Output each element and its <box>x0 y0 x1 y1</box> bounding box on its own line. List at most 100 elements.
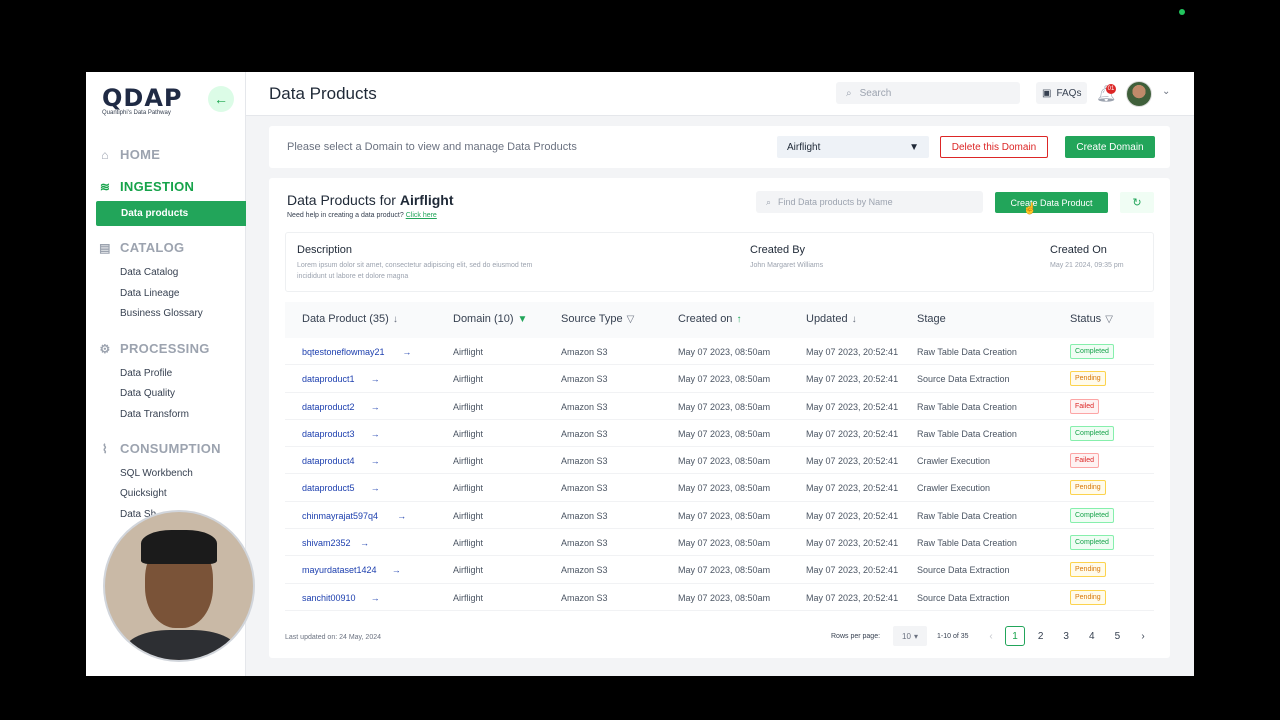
title-domain: Airflight <box>399 192 454 208</box>
description-line-2: incididunt ut labore et dolore magna <box>297 273 409 280</box>
arrow-right-icon[interactable]: → <box>371 456 380 466</box>
cell-data-product[interactable]: dataproduct2 <box>302 402 355 412</box>
prev-page-button[interactable]: ‹ <box>981 626 1001 646</box>
cell-source-type: Amazon S3 <box>561 538 608 549</box>
cell-domain: Airflight <box>453 538 484 549</box>
create-data-product-button[interactable]: Create Data Product <box>995 192 1108 213</box>
arrow-right-icon[interactable]: → <box>371 402 380 412</box>
header-status[interactable]: Status ▽ <box>1070 313 1113 325</box>
table-row[interactable]: mayurdataset1424 → Airflight Amazon S3 May 0… <box>285 556 1154 584</box>
table-row[interactable]: sanchit00910 → Airflight Amazon S3 May 07 20… <box>285 584 1154 611</box>
table-row[interactable]: dataproduct4 → Airflight Amazon S3 May 07 20… <box>285 447 1154 475</box>
table-row[interactable]: dataproduct3 → Airflight Amazon S3 May 07 20… <box>285 420 1154 448</box>
page-button[interactable]: 1 <box>1005 626 1025 646</box>
delete-domain-button[interactable]: Delete this Domain <box>940 136 1048 158</box>
table-row[interactable]: bqtestoneflowmay21 → Airflight Amazon S3 May… <box>285 338 1154 366</box>
table-row[interactable]: dataproduct5 → Airflight Amazon S3 May 07 20… <box>285 474 1154 502</box>
next-page-button[interactable]: › <box>1133 626 1153 646</box>
header-label: Created on <box>678 313 733 325</box>
catalog-icon: ▤ <box>99 240 111 255</box>
last-updated: Last updated on: 24 May, 2024 <box>285 634 381 641</box>
cell-data-product[interactable]: dataproduct1 <box>302 374 355 384</box>
cell-data-product[interactable]: dataproduct4 <box>302 456 355 466</box>
header-updated[interactable]: Updated ↓ <box>806 313 857 325</box>
chevron-down-icon[interactable]: ⌄ <box>1162 86 1170 97</box>
page-button[interactable]: 3 <box>1056 626 1076 646</box>
nav-processing[interactable]: ⚙ PROCESSING <box>98 341 210 356</box>
page-button[interactable]: 5 <box>1107 626 1127 646</box>
status-badge: Pending <box>1070 562 1106 578</box>
cell-updated: May 07 2023, 20:52:41 <box>806 565 899 576</box>
domain-prompt: Please select a Domain to view and manag… <box>287 141 577 153</box>
nav-item-data-catalog[interactable]: Data Catalog <box>120 267 178 278</box>
cell-created-on: May 07 2023, 08:50am <box>678 538 771 549</box>
search-input[interactable]: ⌕ Search <box>836 82 1020 104</box>
header-data-product[interactable]: Data Product (35) ↓ <box>302 313 398 325</box>
arrow-right-icon[interactable]: → <box>402 347 411 357</box>
nav-item-data-products[interactable]: Data products <box>96 201 246 226</box>
create-domain-button[interactable]: Create Domain <box>1065 136 1155 158</box>
nav-catalog[interactable]: ▤ CATALOG <box>98 240 184 255</box>
cell-data-product[interactable]: shivam2352 <box>302 538 351 548</box>
table-row[interactable]: dataproduct2 → Airflight Amazon S3 May 07 20… <box>285 393 1154 420</box>
cell-source-type: Amazon S3 <box>561 483 608 494</box>
nav-item-data-quality[interactable]: Data Quality <box>120 388 175 399</box>
caret-down-icon: ▼ <box>909 141 919 153</box>
cell-data-product[interactable]: dataproduct5 <box>302 483 355 493</box>
help-text: Need help in creating a data product? Cl… <box>287 212 437 219</box>
avatar[interactable] <box>1126 81 1152 107</box>
header-source-type[interactable]: Source Type ▽ <box>561 313 634 325</box>
table-row[interactable]: chinmayrajat597q4 → Airflight Amazon S3 May … <box>285 502 1154 530</box>
cell-stage: Crawler Execution <box>917 483 991 494</box>
nav-item-data-lineage[interactable]: Data Lineage <box>120 288 180 299</box>
sort-down-icon: ↓ <box>392 313 398 325</box>
cell-data-product[interactable]: dataproduct3 <box>302 429 355 439</box>
refresh-button[interactable]: ↻ <box>1120 192 1154 213</box>
logo[interactable]: QDAP Quantiphi's Data Pathway <box>102 84 183 116</box>
page-button[interactable]: 2 <box>1031 626 1051 646</box>
nav-consumption[interactable]: ⌇ CONSUMPTION <box>98 441 221 456</box>
arrow-right-icon[interactable]: → <box>397 511 406 521</box>
header-created-on[interactable]: Created on ↑ <box>678 313 741 325</box>
cell-data-product[interactable]: sanchit00910 <box>302 593 356 603</box>
table-row[interactable]: shivam2352 → Airflight Amazon S3 May 07 2023… <box>285 529 1154 557</box>
cell-data-product[interactable]: mayurdataset1424 <box>302 565 377 575</box>
cell-data-product[interactable]: chinmayrajat597q4 <box>302 511 378 521</box>
table-row[interactable]: dataproduct1 → Airflight Amazon S3 May 07 20… <box>285 365 1154 393</box>
header-domain[interactable]: Domain (10) ▼ <box>453 313 527 325</box>
faqs-button[interactable]: ▣ FAQs <box>1036 82 1088 104</box>
arrow-right-icon[interactable]: → <box>360 538 369 548</box>
find-data-products-input[interactable]: ⌕ Find Data products by Name <box>756 191 983 213</box>
nav-consumption-label: CONSUMPTION <box>120 441 221 456</box>
cell-data-product[interactable]: bqtestoneflowmay21 <box>302 347 385 357</box>
cell-created-on: May 07 2023, 08:50am <box>678 428 771 439</box>
nav-item-quicksight[interactable]: Quicksight <box>120 488 167 499</box>
search-placeholder: Search <box>859 87 892 99</box>
cell-source-type: Amazon S3 <box>561 347 608 357</box>
top-bar: Data Products ⌕ Search ▣ FAQs 🔔︎ 01 ⌄ <box>246 72 1194 116</box>
rows-per-page-select[interactable]: 10 ▾ <box>893 626 927 646</box>
arrow-right-icon[interactable]: → <box>392 565 401 575</box>
header-label: Domain (10) <box>453 313 514 325</box>
nav-item-data-profile[interactable]: Data Profile <box>120 368 172 379</box>
help-link[interactable]: Click here <box>406 212 437 219</box>
arrow-right-icon[interactable]: → <box>371 429 380 439</box>
arrow-right-icon[interactable]: → <box>371 593 380 603</box>
arrow-right-icon[interactable]: → <box>371 483 380 493</box>
rows-per-page-label: Rows per page: <box>831 633 881 640</box>
status-badge: Pending <box>1070 480 1106 496</box>
cell-stage: Raw Table Data Creation <box>917 538 1017 549</box>
nav-item-data-transform[interactable]: Data Transform <box>120 409 189 420</box>
database-icon: ≋ <box>99 179 111 194</box>
cell-created-on: May 07 2023, 08:50am <box>678 565 771 576</box>
domain-select[interactable]: Airflight ▼ <box>777 136 929 158</box>
collapse-sidebar-button[interactable]: ← <box>208 86 234 112</box>
nav-ingestion[interactable]: ≋ INGESTION <box>98 179 194 194</box>
nav-item-business-glossary[interactable]: Business Glossary <box>120 308 203 319</box>
arrow-right-icon[interactable]: → <box>371 374 380 384</box>
status-badge: Pending <box>1070 589 1106 605</box>
description-text: Lorem ipsum dolor sit amet, consectetur … <box>297 260 532 282</box>
page-button[interactable]: 4 <box>1082 626 1102 646</box>
nav-home[interactable]: ⌂ HOME <box>98 147 160 162</box>
nav-item-sql-workbench[interactable]: SQL Workbench <box>120 468 193 479</box>
